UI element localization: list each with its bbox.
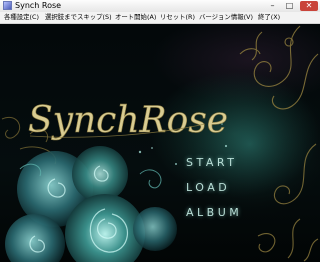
menu-bar: 各種設定(C) 選択肢までスキップ(S) オート開始(A) リセット(R) バー…	[0, 12, 320, 24]
menu-auto-start[interactable]: オート開始(A)	[115, 12, 156, 23]
menu-settings[interactable]: 各種設定(C)	[4, 12, 39, 23]
game-title-screen[interactable]: SynchRose START LOAD ALBUM	[0, 24, 320, 262]
game-window: Synch Rose – □ ✕ 各種設定(C) 選択肢までスキップ(S) オー…	[0, 0, 320, 262]
load-button[interactable]: LOAD	[186, 181, 230, 194]
app-icon	[3, 1, 12, 10]
maximize-button[interactable]: □	[283, 1, 296, 11]
menu-reset[interactable]: リセット(R)	[160, 12, 195, 23]
title-artwork: SynchRose	[1, 25, 320, 262]
start-button[interactable]: START	[186, 156, 237, 169]
background-glow	[160, 64, 320, 224]
album-button[interactable]: ALBUM	[186, 206, 242, 219]
menu-skip-to-choice[interactable]: 選択肢までスキップ(S)	[45, 12, 112, 23]
close-button[interactable]: ✕	[300, 1, 318, 11]
menu-exit[interactable]: 終了(X)	[258, 12, 280, 23]
rose-cluster	[5, 146, 177, 262]
menu-version-info[interactable]: バージョン情報(V)	[199, 12, 253, 23]
minimize-button[interactable]: –	[266, 1, 279, 11]
window-title: Synch Rose	[15, 1, 62, 10]
